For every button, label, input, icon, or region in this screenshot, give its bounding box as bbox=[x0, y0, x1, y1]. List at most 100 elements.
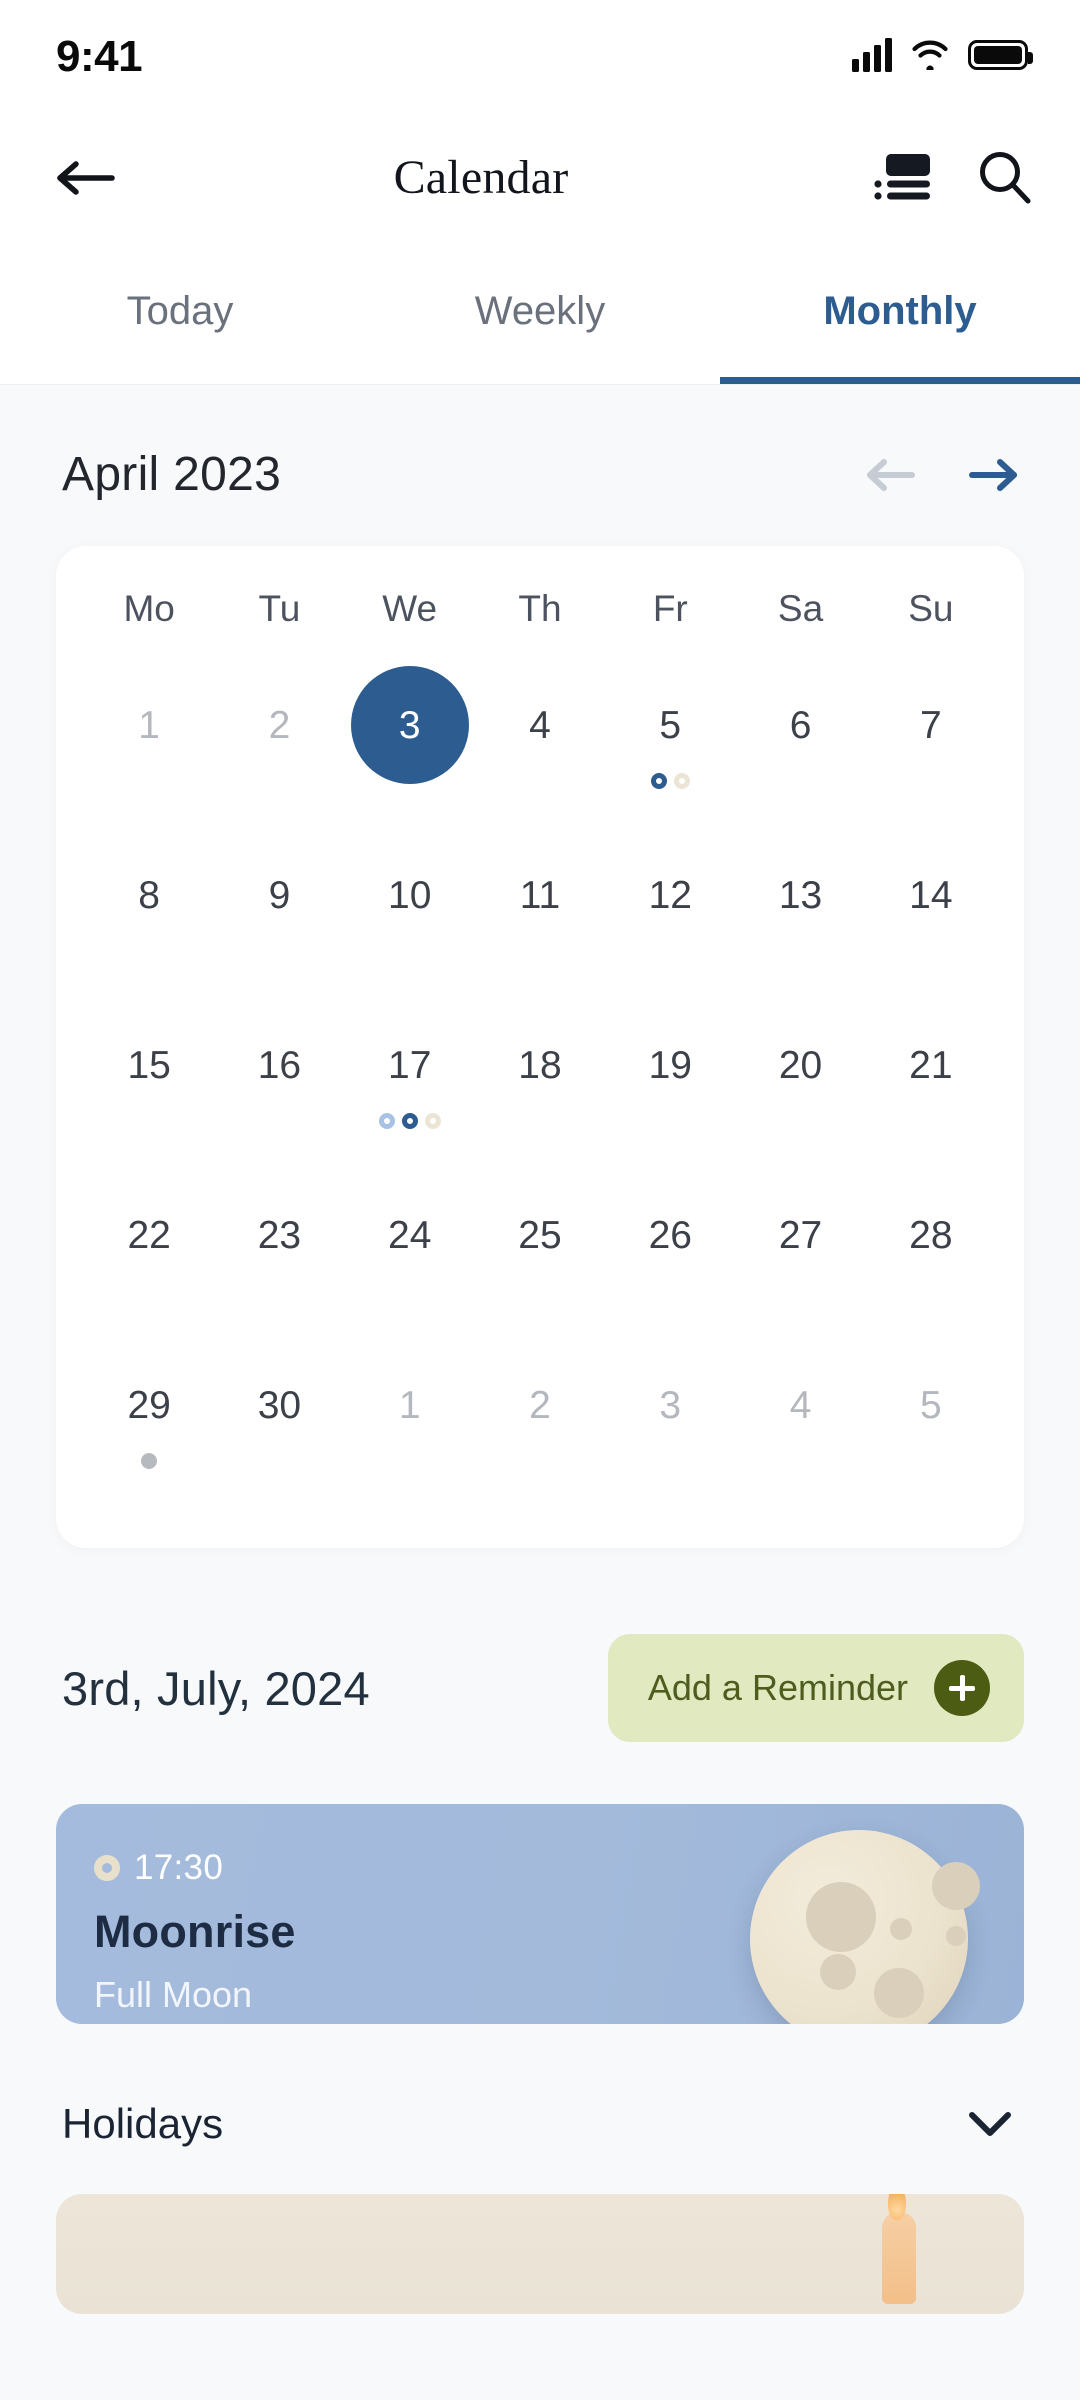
calendar-day-number: 8 bbox=[138, 873, 160, 917]
calendar-day-cell[interactable]: 4 bbox=[475, 664, 605, 834]
calendar-day-cell[interactable]: 3 bbox=[345, 664, 475, 834]
calendar-day-number: 25 bbox=[518, 1213, 562, 1257]
calendar-day-number: 2 bbox=[268, 703, 291, 747]
status-time: 9:41 bbox=[56, 32, 143, 81]
calendar-day-number: 26 bbox=[648, 1213, 692, 1257]
event-dot bbox=[650, 773, 667, 789]
page-title: Calendar bbox=[393, 151, 569, 204]
calendar-day-cell[interactable]: 9 bbox=[214, 834, 344, 1004]
calendar-day-cell[interactable]: 12 bbox=[605, 834, 735, 1004]
selected-date-title: 3rd, July, 2024 bbox=[62, 1661, 370, 1715]
calendar-day-number: 4 bbox=[529, 703, 551, 747]
holidays-section-header[interactable]: Holidays bbox=[0, 2024, 1080, 2148]
calendar-day-number: 3 bbox=[659, 1383, 682, 1427]
wifi-icon bbox=[912, 40, 948, 70]
calendar-day-number: 5 bbox=[919, 1383, 942, 1427]
calendar-day-cell[interactable]: 22 bbox=[84, 1174, 214, 1344]
add-reminder-label: Add a Reminder bbox=[647, 1667, 908, 1708]
month-nav bbox=[866, 457, 1018, 493]
search-icon[interactable] bbox=[976, 149, 1034, 207]
calendar-day-cell[interactable]: 6 bbox=[735, 664, 865, 834]
plus-icon bbox=[934, 1660, 990, 1716]
calendar-day-cell[interactable]: 23 bbox=[214, 1174, 344, 1344]
calendar-screen: 9:41 Calendar Today Weekly Monthly April… bbox=[0, 0, 1080, 2400]
calendar-day-number: 10 bbox=[388, 873, 432, 917]
calendar-card: Mo Tu We Th Fr Sa Su 1 2 3 4 5 6 7 8 9 10 11 12 13 14… bbox=[56, 546, 1024, 1548]
calendar-day-number: 30 bbox=[257, 1383, 302, 1427]
calendar-day-cell[interactable]: 7 bbox=[866, 664, 996, 834]
add-reminder-button[interactable]: Add a Reminder bbox=[607, 1634, 1024, 1742]
calendar-day-cell[interactable]: 19 bbox=[605, 1004, 735, 1174]
calendar-day-cell[interactable]: 26 bbox=[605, 1174, 735, 1344]
calendar-day-cell[interactable]: 11 bbox=[475, 834, 605, 1004]
event-dots bbox=[378, 1110, 441, 1132]
status-icons bbox=[852, 38, 1033, 72]
clock-ring-icon bbox=[94, 1855, 120, 1881]
calendar-day-cell[interactable]: 20 bbox=[735, 1004, 865, 1174]
calendar-grid: Mo Tu We Th Fr Sa Su 1 2 3 4 5 6 7 8 9 10 11 12 13 14… bbox=[84, 588, 996, 1514]
tab-monthly[interactable]: Monthly bbox=[720, 245, 1080, 384]
holidays-label: Holidays bbox=[62, 2100, 224, 2147]
calendar-day-cell[interactable]: 13 bbox=[735, 834, 865, 1004]
calendar-day-number: 16 bbox=[257, 1043, 302, 1087]
event-dot bbox=[401, 1113, 418, 1129]
calendar-day-cell[interactable]: 1 bbox=[345, 1344, 475, 1514]
calendar-day-cell[interactable]: 14 bbox=[866, 834, 996, 1004]
arrow-left-icon[interactable] bbox=[866, 457, 918, 493]
moon-time: 17:30 bbox=[134, 1848, 224, 1887]
event-dot bbox=[141, 1453, 158, 1469]
calendar-content: April 2023 Mo Tu We Th Fr Sa Su 1 2 3 4 … bbox=[0, 385, 1080, 2314]
moonrise-event-card[interactable]: 17:30 Moonrise Full Moon bbox=[56, 1804, 1024, 2024]
calendar-day-number: 14 bbox=[909, 873, 953, 917]
event-dots bbox=[141, 1450, 158, 1472]
list-view-icon[interactable] bbox=[874, 152, 936, 204]
calendar-day-cell[interactable]: 8 bbox=[84, 834, 214, 1004]
calendar-day-number: 11 bbox=[519, 873, 561, 917]
calendar-day-cell[interactable]: 2 bbox=[475, 1344, 605, 1514]
chevron-down-icon[interactable] bbox=[966, 2109, 1014, 2139]
calendar-day-number: 13 bbox=[778, 873, 823, 917]
calendar-day-cell[interactable]: 3 bbox=[605, 1344, 735, 1514]
calendar-day-number: 3 bbox=[350, 666, 469, 784]
event-dot bbox=[378, 1113, 395, 1129]
calendar-day-cell[interactable]: 5 bbox=[605, 664, 735, 834]
app-bar: Calendar bbox=[0, 110, 1080, 245]
calendar-day-number: 29 bbox=[127, 1383, 171, 1427]
calendar-day-number: 18 bbox=[518, 1043, 562, 1087]
weekday-header: Th bbox=[518, 588, 562, 629]
calendar-day-cell[interactable]: 15 bbox=[84, 1004, 214, 1174]
calendar-day-cell[interactable]: 21 bbox=[866, 1004, 996, 1174]
month-header: April 2023 bbox=[0, 395, 1080, 546]
calendar-day-cell[interactable]: 16 bbox=[214, 1004, 344, 1174]
arrow-right-icon[interactable] bbox=[966, 457, 1018, 493]
calendar-day-cell[interactable]: 24 bbox=[345, 1174, 475, 1344]
calendar-day-cell[interactable]: 2 bbox=[214, 664, 344, 834]
calendar-day-number: 12 bbox=[648, 873, 692, 917]
calendar-day-cell[interactable]: 10 bbox=[345, 834, 475, 1004]
weekday-header: Fr bbox=[652, 588, 688, 629]
calendar-day-cell[interactable]: 4 bbox=[735, 1344, 865, 1514]
calendar-day-cell[interactable]: 28 bbox=[866, 1174, 996, 1344]
weekday-header: Tu bbox=[258, 588, 301, 629]
calendar-day-number: 24 bbox=[388, 1213, 432, 1257]
weekday-header: Sa bbox=[777, 588, 824, 629]
calendar-day-cell[interactable]: 30 bbox=[214, 1344, 344, 1514]
holiday-card[interactable] bbox=[56, 2194, 1024, 2314]
calendar-day-cell[interactable]: 18 bbox=[475, 1004, 605, 1174]
tab-today[interactable]: Today bbox=[0, 245, 360, 384]
event-dot bbox=[424, 1113, 441, 1129]
tab-weekly[interactable]: Weekly bbox=[360, 245, 720, 384]
calendar-day-number: 19 bbox=[648, 1043, 692, 1087]
calendar-day-cell[interactable]: 25 bbox=[475, 1174, 605, 1344]
calendar-day-number: 17 bbox=[388, 1043, 432, 1087]
calendar-day-cell[interactable]: 17 bbox=[345, 1004, 475, 1174]
view-tabs: Today Weekly Monthly bbox=[0, 245, 1080, 385]
calendar-day-number: 23 bbox=[257, 1213, 302, 1257]
calendar-day-cell[interactable]: 27 bbox=[735, 1174, 865, 1344]
calendar-day-cell[interactable]: 29 bbox=[84, 1344, 214, 1514]
calendar-day-cell[interactable]: 1 bbox=[84, 664, 214, 834]
weekday-header: Su bbox=[908, 588, 954, 629]
calendar-day-cell[interactable]: 5 bbox=[866, 1344, 996, 1514]
event-dot bbox=[673, 773, 690, 789]
calendar-day-number: 1 bbox=[138, 703, 160, 747]
